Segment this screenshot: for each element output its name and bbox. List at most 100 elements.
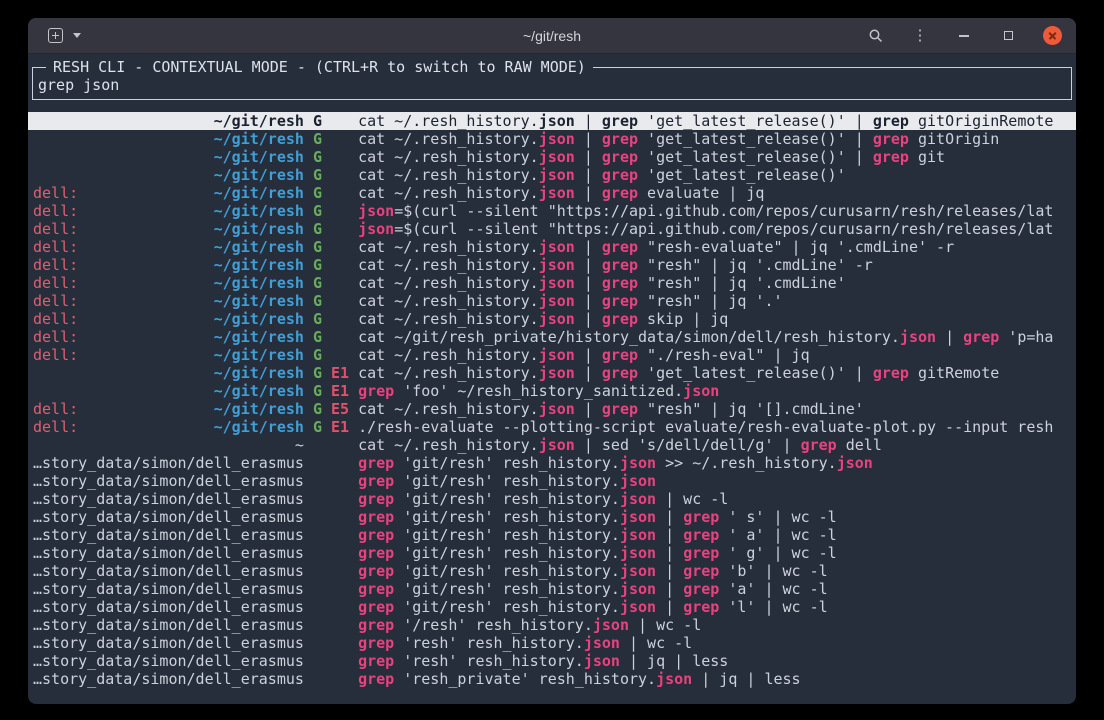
history-row[interactable]: dell:~/git/reshGcat ~/.resh_history.json… xyxy=(28,184,1076,202)
directory-label: …story_data/simon/dell_erasmus xyxy=(33,472,304,490)
search-query-input[interactable]: grep json xyxy=(38,76,1071,94)
history-row[interactable]: …story_data/simon/dell_erasmusgrep 'git/… xyxy=(28,562,1076,580)
row-location: dell:~/git/resh xyxy=(33,400,304,418)
flags-label xyxy=(313,562,349,580)
menu-button[interactable]: ⋮ xyxy=(910,26,930,46)
history-row[interactable]: dell:~/git/reshGcat ~/.resh_history.json… xyxy=(28,238,1076,256)
row-location: ~/git/resh xyxy=(33,148,304,166)
minimize-icon xyxy=(959,35,969,37)
command-text: cat ~/.resh_history.json | grep skip | j… xyxy=(358,310,1071,328)
flag-g: G xyxy=(313,346,322,364)
history-row[interactable]: dell:~/git/reshGjson=$(curl --silent "ht… xyxy=(28,202,1076,220)
history-row[interactable]: dell:~/git/reshGcat ~/.resh_history.json… xyxy=(28,346,1076,364)
caret-down-icon[interactable] xyxy=(73,33,81,38)
row-location: …story_data/simon/dell_erasmus xyxy=(33,544,304,562)
history-row[interactable]: …story_data/simon/dell_erasmusgrep 'resh… xyxy=(28,652,1076,670)
host-label: dell: xyxy=(33,328,78,346)
restore-button[interactable] xyxy=(998,26,1018,46)
directory-label: ~/git/resh xyxy=(214,274,304,292)
command-text: json=$(curl --silent "https://api.github… xyxy=(358,220,1071,238)
command-text: cat ~/.resh_history.json | grep "resh" |… xyxy=(358,292,1071,310)
command-text: ./resh-evaluate --plotting-script evalua… xyxy=(358,418,1071,436)
history-row[interactable]: ~/git/reshGcat ~/.resh_history.json | gr… xyxy=(28,112,1076,130)
flags-label: G E1 xyxy=(313,418,349,436)
command-text: cat ~/git/resh_private/history_data/simo… xyxy=(358,328,1071,346)
minimize-button[interactable] xyxy=(954,26,974,46)
history-row[interactable]: dell:~/git/reshG E5cat ~/.resh_history.j… xyxy=(28,400,1076,418)
flag-g: G xyxy=(313,292,322,310)
flag-g: G xyxy=(313,238,322,256)
flags-label xyxy=(313,490,349,508)
history-row[interactable]: dell:~/git/reshGcat ~/.resh_history.json… xyxy=(28,292,1076,310)
flags-label: G xyxy=(313,148,349,166)
history-row[interactable]: dell: ~/git/resh Gcat ~/.resh_history.json… xyxy=(28,310,1076,328)
close-button[interactable] xyxy=(1042,26,1062,46)
flag-g: G xyxy=(313,202,322,220)
command-text: grep 'git/resh' resh_history.json | grep… xyxy=(358,508,1071,526)
history-row[interactable]: …story_data/simon/dell_erasmusgrep 'git/… xyxy=(28,544,1076,562)
directory-label: ~/git/resh xyxy=(214,184,304,202)
history-row[interactable]: ~/git/reshGcat ~/.resh_history.json | gr… xyxy=(28,166,1076,184)
history-row[interactable]: …story_data/simon/dell_erasmusgrep 'resh… xyxy=(28,634,1076,652)
terminal-content: RESH CLI - CONTEXTUAL MODE - (CTRL+R to … xyxy=(28,54,1076,688)
host-label: dell: xyxy=(33,418,78,436)
command-text: grep 'git/resh' resh_history.json | grep… xyxy=(358,526,1071,544)
row-location: …story_data/simon/dell_erasmus xyxy=(33,562,304,580)
directory-label: …story_data/simon/dell_erasmus xyxy=(33,490,304,508)
history-row[interactable]: ~/git/reshG E1cat ~/.resh_history.json |… xyxy=(28,364,1076,382)
history-row[interactable]: …story_data/simon/dell_erasmusgrep '/res… xyxy=(28,616,1076,634)
restore-icon xyxy=(1004,31,1013,40)
flag-e5: E5 xyxy=(322,400,349,418)
flag-g: G xyxy=(313,382,322,400)
row-location: …story_data/simon/dell_erasmus xyxy=(33,634,304,652)
directory-label: …story_data/simon/dell_erasmus xyxy=(33,652,304,670)
history-row[interactable]: ~/git/reshGcat ~/.resh_history.json | gr… xyxy=(28,148,1076,166)
history-row[interactable]: dell:~/git/reshGcat ~/.resh_history.json… xyxy=(28,274,1076,292)
history-row[interactable]: …story_data/simon/dell_erasmusgrep 'git/… xyxy=(28,490,1076,508)
directory-label: …story_data/simon/dell_erasmus xyxy=(33,562,304,580)
directory-label: ~/git/resh xyxy=(214,310,304,328)
row-location: …story_data/simon/dell_erasmus xyxy=(33,508,304,526)
directory-label: ~/git/resh xyxy=(214,166,304,184)
history-row[interactable]: …story_data/simon/dell_erasmus grep 'git/… xyxy=(28,508,1076,526)
history-row[interactable]: …story_data/simon/dell_erasmusgrep 'git/… xyxy=(28,472,1076,490)
command-text: grep 'foo' ~/resh_history_sanitized.json xyxy=(358,382,1071,400)
host-label: dell: xyxy=(33,292,78,310)
new-tab-icon[interactable] xyxy=(48,28,63,43)
flags-label: G xyxy=(313,256,349,274)
host-label: dell: xyxy=(33,310,78,328)
flags-label: G xyxy=(313,220,349,238)
new-terminal-button[interactable] xyxy=(28,28,81,43)
flags-label: G xyxy=(313,166,349,184)
history-row[interactable]: dell:~/git/reshGcat ~/git/resh_private/h… xyxy=(28,328,1076,346)
history-row[interactable]: dell:~/git/reshGjson=$(curl --silent "ht… xyxy=(28,220,1076,238)
flag-g: G xyxy=(313,256,322,274)
history-row[interactable]: …story_data/simon/dell_erasmusgrep 'git/… xyxy=(28,598,1076,616)
history-row[interactable]: …story_data/simon/dell_erasmusgrep 'git/… xyxy=(28,526,1076,544)
directory-label: …story_data/simon/dell_erasmus xyxy=(33,598,304,616)
flag-e1: E1 xyxy=(322,418,349,436)
directory-label: ~/git/resh xyxy=(214,418,304,436)
command-text: grep 'git/resh' resh_history.json | grep… xyxy=(358,580,1071,598)
history-row[interactable]: …story_data/simon/dell_erasmusgrep 'resh… xyxy=(28,670,1076,688)
flag-g: G xyxy=(313,166,322,184)
history-row[interactable]: …story_data/simon/dell_erasmusgrep 'git/… xyxy=(28,454,1076,472)
directory-label: …story_data/simon/dell_erasmus xyxy=(33,544,304,562)
resh-header-box: RESH CLI - CONTEXTUAL MODE - (CTRL+R to … xyxy=(32,58,1072,100)
flags-label: G xyxy=(313,274,349,292)
directory-label: ~/git/resh xyxy=(214,112,304,130)
history-row[interactable]: ~cat ~/.resh_history.json | sed 's/dell/… xyxy=(28,436,1076,454)
history-row[interactable]: dell:~/git/reshGcat ~/.resh_history.json… xyxy=(28,256,1076,274)
command-text: grep '/resh' resh_history.json | wc -l xyxy=(358,616,1071,634)
history-row[interactable]: dell: ~/git/resh G E1 ./resh-evaluate --plo… xyxy=(28,418,1076,436)
flag-g: G xyxy=(313,310,322,328)
history-row[interactable]: …story_data/simon/dell_erasmusgrep 'git/… xyxy=(28,580,1076,598)
history-row[interactable]: ~/git/reshG E1grep 'foo' ~/resh_history_… xyxy=(28,382,1076,400)
history-row[interactable]: ~/git/reshGcat ~/.resh_history.json | gr… xyxy=(28,130,1076,148)
command-text: grep 'git/resh' resh_history.json >> ~/.… xyxy=(358,454,1071,472)
directory-label: ~/git/resh xyxy=(214,148,304,166)
flags-label: G xyxy=(313,202,349,220)
host-label: dell: xyxy=(33,346,78,364)
row-location: dell: ~/git/resh xyxy=(33,310,304,328)
search-button[interactable] xyxy=(866,26,886,46)
